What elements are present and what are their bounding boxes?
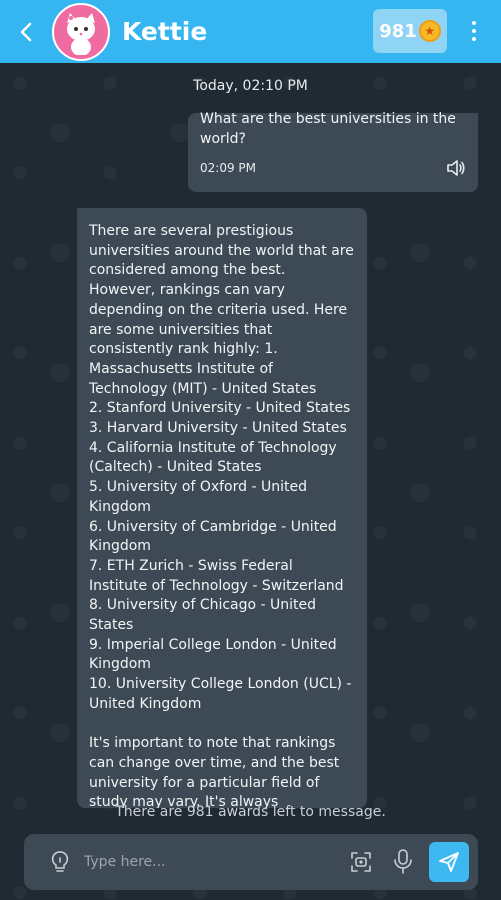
more-vertical-icon [472,21,476,25]
user-message-text: What are the best universities in the wo… [200,111,456,147]
chat-area[interactable]: Today, 02:10 PM What are the best univer… [0,63,501,900]
chat-title: Kettie [122,17,208,46]
speaker-icon[interactable] [446,159,466,177]
send-icon [439,852,459,872]
microphone-icon[interactable] [392,848,414,876]
user-message-time: 02:09 PM [200,161,256,175]
back-button[interactable] [0,0,52,63]
bot-message-bubble[interactable]: There are several prestigious universiti… [77,208,367,808]
message-input[interactable] [84,848,334,876]
lightbulb-icon[interactable] [48,850,72,874]
avatar[interactable] [52,2,110,61]
awards-count: 981 [379,20,417,42]
user-message-bubble[interactable]: What are the best universities in the wo… [188,111,478,192]
message-input-bar [24,834,478,890]
more-menu-button[interactable] [462,14,486,48]
send-button[interactable] [429,842,469,882]
awards-badge[interactable]: 981 ★ [373,9,447,53]
chevron-left-icon [20,22,32,41]
cat-avatar-icon [67,12,95,55]
date-stamp: Today, 02:10 PM [193,78,308,94]
awards-left-notice: There are 981 awards left to message. [115,804,386,820]
scan-icon[interactable] [349,850,373,874]
bot-message-text: There are several prestigious universiti… [89,223,354,808]
star-coin-icon: ★ [418,20,441,42]
